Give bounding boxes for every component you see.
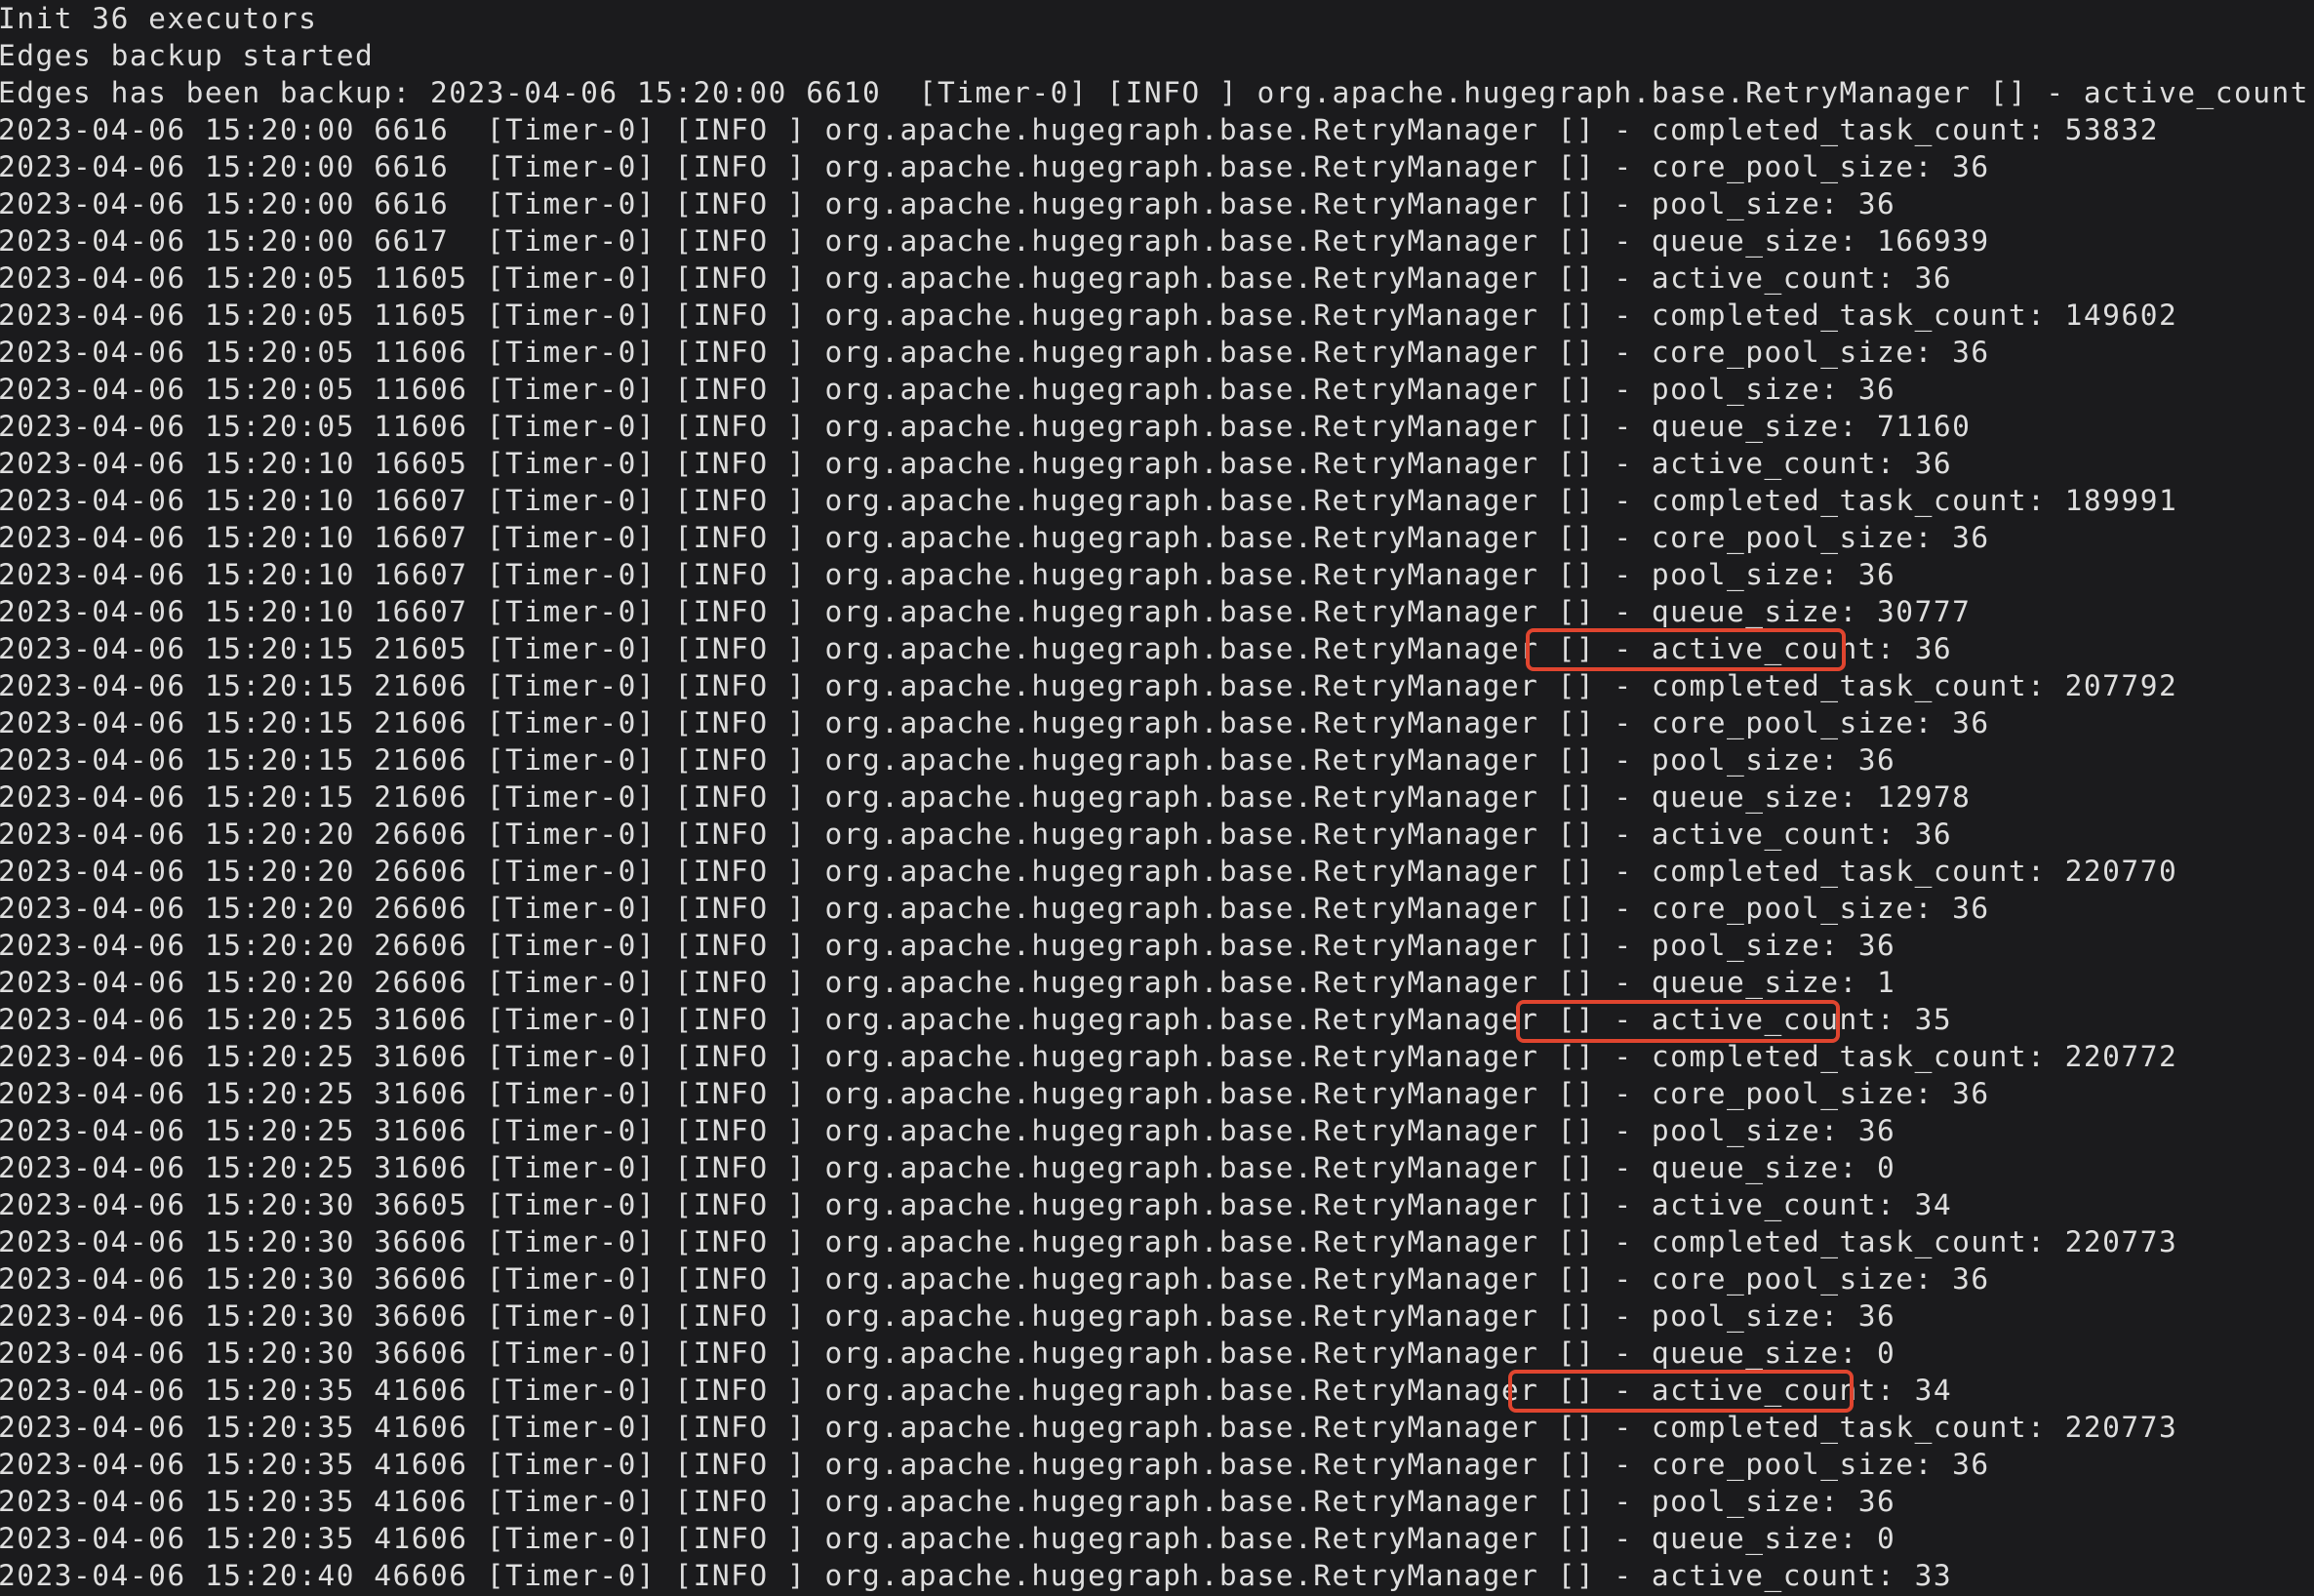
log-line: Edges backup started bbox=[0, 39, 375, 72]
log-line: 2023-04-06 15:20:30 36606 [Timer-0] [INF… bbox=[0, 1299, 1896, 1333]
terminal-window[interactable]: Init 36 executors Edges backup started Edg… bbox=[0, 0, 2314, 1596]
log-line: 2023-04-06 15:20:15 21606 [Timer-0] [INF… bbox=[0, 780, 1972, 814]
log-line: 2023-04-06 15:20:10 16607 [Timer-0] [INF… bbox=[0, 595, 1972, 628]
log-line: Init 36 executors bbox=[0, 2, 318, 35]
log-line: 2023-04-06 15:20:15 21606 [Timer-0] [INF… bbox=[0, 706, 1990, 739]
log-line: 2023-04-06 15:20:20 26606 [Timer-0] [INF… bbox=[0, 818, 1953, 851]
log-line: 2023-04-06 15:20:15 21605 [Timer-0] [INF… bbox=[0, 632, 1953, 665]
log-line: Edges has been backup: 2023-04-06 15:20:… bbox=[0, 76, 2314, 109]
log-line: 2023-04-06 15:20:05 11605 [Timer-0] [INF… bbox=[0, 299, 2178, 332]
log-line: 2023-04-06 15:20:15 21606 [Timer-0] [INF… bbox=[0, 743, 1896, 777]
log-line: 2023-04-06 15:20:35 41606 [Timer-0] [INF… bbox=[0, 1522, 1896, 1555]
log-line: 2023-04-06 15:20:25 31606 [Timer-0] [INF… bbox=[0, 1077, 1990, 1110]
log-line: 2023-04-06 15:20:10 16607 [Timer-0] [INF… bbox=[0, 558, 1896, 591]
log-line: 2023-04-06 15:20:05 11606 [Timer-0] [INF… bbox=[0, 336, 1990, 369]
log-line: 2023-04-06 15:20:10 16607 [Timer-0] [INF… bbox=[0, 521, 1990, 554]
log-line: 2023-04-06 15:20:20 26606 [Timer-0] [INF… bbox=[0, 966, 1896, 999]
log-line: 2023-04-06 15:20:25 31606 [Timer-0] [INF… bbox=[0, 1040, 2178, 1073]
log-line: 2023-04-06 15:20:05 11606 [Timer-0] [INF… bbox=[0, 410, 1972, 443]
log-line: 2023-04-06 15:20:00 6616 [Timer-0] [INFO… bbox=[0, 187, 1896, 220]
log-line: 2023-04-06 15:20:10 16605 [Timer-0] [INF… bbox=[0, 447, 1953, 480]
log-line: 2023-04-06 15:20:35 41606 [Timer-0] [INF… bbox=[0, 1411, 2178, 1444]
log-line: 2023-04-06 15:20:30 36606 [Timer-0] [INF… bbox=[0, 1337, 1896, 1370]
log-line: 2023-04-06 15:20:30 36605 [Timer-0] [INF… bbox=[0, 1188, 1953, 1221]
log-line: 2023-04-06 15:20:10 16607 [Timer-0] [INF… bbox=[0, 484, 2178, 517]
log-line: 2023-04-06 15:20:05 11606 [Timer-0] [INF… bbox=[0, 373, 1896, 406]
log-line: 2023-04-06 15:20:30 36606 [Timer-0] [INF… bbox=[0, 1262, 1990, 1296]
log-line: 2023-04-06 15:20:35 41606 [Timer-0] [INF… bbox=[0, 1485, 1896, 1518]
log-line: 2023-04-06 15:20:25 31606 [Timer-0] [INF… bbox=[0, 1151, 1896, 1184]
log-line: 2023-04-06 15:20:40 46606 [Timer-0] [INF… bbox=[0, 1559, 1953, 1592]
log-line: 2023-04-06 15:20:35 41606 [Timer-0] [INF… bbox=[0, 1448, 1990, 1481]
log-line: 2023-04-06 15:20:20 26606 [Timer-0] [INF… bbox=[0, 855, 2178, 888]
log-line: 2023-04-06 15:20:00 6616 [Timer-0] [INFO… bbox=[0, 150, 1990, 183]
log-line: 2023-04-06 15:20:00 6616 [Timer-0] [INFO… bbox=[0, 113, 2159, 146]
log-line: 2023-04-06 15:20:05 11605 [Timer-0] [INF… bbox=[0, 261, 1953, 295]
log-line: 2023-04-06 15:20:25 31606 [Timer-0] [INF… bbox=[0, 1003, 1953, 1036]
log-line: 2023-04-06 15:20:30 36606 [Timer-0] [INF… bbox=[0, 1225, 2178, 1258]
log-output: Init 36 executors Edges backup started Edg… bbox=[0, 0, 2314, 1594]
log-line: 2023-04-06 15:20:00 6617 [Timer-0] [INFO… bbox=[0, 224, 1990, 258]
log-line: 2023-04-06 15:20:25 31606 [Timer-0] [INF… bbox=[0, 1114, 1896, 1147]
log-line: 2023-04-06 15:20:20 26606 [Timer-0] [INF… bbox=[0, 929, 1896, 962]
log-line: 2023-04-06 15:20:15 21606 [Timer-0] [INF… bbox=[0, 669, 2178, 702]
log-line: 2023-04-06 15:20:35 41606 [Timer-0] [INF… bbox=[0, 1374, 1953, 1407]
log-line: 2023-04-06 15:20:20 26606 [Timer-0] [INF… bbox=[0, 892, 1990, 925]
